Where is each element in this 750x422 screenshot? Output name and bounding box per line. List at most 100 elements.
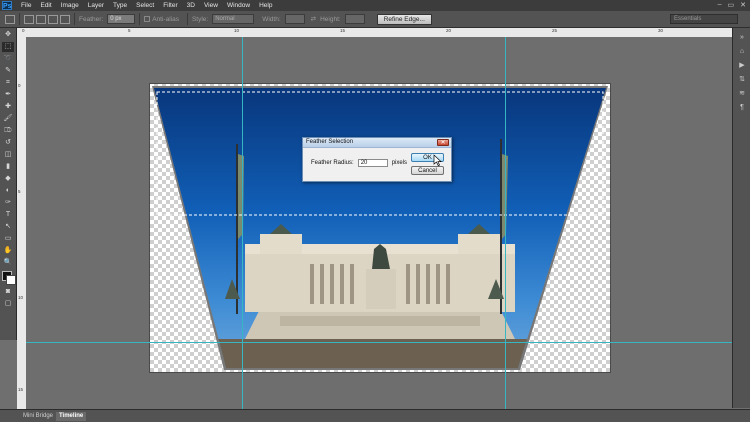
options-bar: Feather: 0 px Anti-alias Style: Normal W…	[0, 11, 750, 28]
bottom-panel-bar: Mini Bridge Timeline	[0, 409, 750, 422]
marquee-tool-preset-icon[interactable]	[5, 14, 15, 24]
tab-timeline[interactable]: Timeline	[56, 412, 87, 421]
workspace-select[interactable]: Essentials	[670, 14, 738, 24]
lasso-icon[interactable]: ➰	[2, 54, 14, 64]
brush-icon[interactable]: 🖌	[2, 114, 14, 124]
stamp-icon[interactable]: ⎄	[2, 126, 14, 136]
new-selection-icon[interactable]	[24, 14, 34, 24]
history-brush-icon[interactable]: ↺	[2, 138, 14, 148]
feather-selection-dialog: Feather Selection ✕ Feather Radius: 20 p…	[302, 137, 452, 182]
tools-panel: ✥ ⬚ ➰ ✎ ⌗ ✒ ✚ 🖌 ⎄ ↺ ◫ ▮ ◆ ◐ ✑ T ↖ ▭ ✋ 🔍 …	[0, 28, 17, 340]
width-input[interactable]	[284, 14, 305, 24]
background-color-swatch[interactable]	[6, 275, 16, 285]
document-canvas[interactable]	[150, 84, 610, 372]
subtract-selection-icon[interactable]	[48, 14, 58, 24]
feather-radius-row: Feather Radius: 20 pixels	[311, 159, 407, 167]
menu-edit[interactable]: Edit	[40, 2, 51, 9]
screen-mode-icon[interactable]: ▢	[2, 299, 14, 309]
actions-panel-icon[interactable]: ▶	[737, 61, 748, 70]
quick-select-icon[interactable]: ✎	[2, 66, 14, 76]
menu-select[interactable]: Select	[136, 2, 154, 9]
minimize-icon[interactable]: –	[718, 1, 722, 9]
history-panel-icon[interactable]: ⌂	[737, 47, 748, 56]
collapsed-panels: » ⌂ ▶ ⇅ ≋ ¶	[732, 28, 750, 408]
style-label: Style:	[191, 15, 209, 23]
divider	[74, 13, 75, 25]
feather-input[interactable]: 0 px	[107, 14, 136, 24]
add-selection-icon[interactable]	[36, 14, 46, 24]
expand-panels-icon[interactable]: »	[737, 33, 748, 42]
menu-layer[interactable]: Layer	[88, 2, 104, 9]
ruler-tick: 15	[18, 387, 24, 392]
height-label: Height:	[320, 15, 341, 23]
horizontal-guide[interactable]	[26, 342, 732, 343]
feather-label: Feather:	[79, 15, 104, 23]
dialog-title: Feather Selection	[306, 139, 354, 145]
ruler-tick: 30	[658, 28, 664, 33]
menu-filter[interactable]: Filter	[163, 2, 177, 9]
mouse-cursor-icon	[433, 154, 442, 166]
tab-mini-bridge[interactable]: Mini Bridge	[20, 412, 56, 421]
ruler-tick: 10	[18, 295, 24, 300]
ruler-tick: 5	[128, 28, 131, 33]
gradient-icon[interactable]: ▮	[2, 162, 14, 172]
antialias-label: Anti-alias	[152, 15, 179, 23]
menu-bar: Ps File Edit Image Layer Type Select Fil…	[0, 0, 750, 11]
divider	[139, 13, 141, 25]
left-propylaeum	[260, 234, 302, 254]
eraser-icon[interactable]: ◫	[2, 150, 14, 160]
right-flagpole	[500, 139, 502, 314]
feather-radius-input[interactable]: 20	[357, 159, 388, 167]
dodge-icon[interactable]: ◐	[2, 186, 14, 196]
refine-edge-button[interactable]: Refine Edge...	[376, 13, 432, 25]
menu-file[interactable]: File	[21, 2, 31, 9]
eyedropper-icon[interactable]: ✒	[2, 90, 14, 100]
right-propylaeum	[458, 234, 500, 254]
vertical-guide-right[interactable]	[505, 37, 506, 409]
canvas-area[interactable]	[26, 37, 732, 409]
photoshop-logo: Ps	[2, 1, 12, 10]
style-select[interactable]: Normal	[212, 14, 255, 24]
shape-icon[interactable]: ▭	[2, 234, 14, 244]
ruler-tick: 5	[18, 189, 21, 194]
layers-panel-icon[interactable]: ≋	[737, 89, 748, 98]
intersect-selection-icon[interactable]	[60, 14, 70, 24]
type-icon[interactable]: T	[2, 210, 14, 220]
ruler-tick: 0	[22, 28, 25, 33]
ruler-tick: 25	[552, 28, 558, 33]
menu-window[interactable]: Window	[227, 2, 250, 9]
pen-icon[interactable]: ✑	[2, 198, 14, 208]
close-icon[interactable]: ✕	[740, 1, 746, 9]
move-icon[interactable]: ✥	[2, 30, 14, 40]
height-input[interactable]	[344, 14, 365, 24]
blur-icon[interactable]: ◆	[2, 174, 14, 184]
crop-icon[interactable]: ⌗	[2, 78, 14, 88]
paragraph-panel-icon[interactable]: ¶	[737, 103, 748, 112]
color-swatches[interactable]	[0, 271, 16, 285]
adjust-panel-icon[interactable]: ⇅	[737, 75, 748, 84]
maximize-icon[interactable]: ▭	[728, 1, 735, 9]
menu-3d[interactable]: 3D	[187, 2, 195, 9]
antialias-checkbox[interactable]	[144, 16, 151, 22]
feather-radius-unit: pixels	[391, 160, 408, 166]
width-label: Width:	[262, 15, 281, 23]
healing-icon[interactable]: ✚	[2, 102, 14, 112]
left-flagpole	[236, 144, 238, 314]
quick-mask-icon[interactable]: ◙	[2, 287, 14, 297]
hand-icon[interactable]: ✋	[2, 246, 14, 256]
statue-pedestal	[366, 269, 396, 309]
dialog-close-button[interactable]: ✕	[437, 139, 449, 146]
menu-help[interactable]: Help	[259, 2, 272, 9]
menu-image[interactable]: Image	[61, 2, 79, 9]
menu-view[interactable]: View	[204, 2, 218, 9]
vertical-guide-left[interactable]	[242, 37, 243, 409]
marquee-icon[interactable]: ⬚	[2, 42, 14, 52]
ruler-tick: 15	[340, 28, 346, 33]
swap-icon[interactable]: ⇄	[311, 15, 316, 23]
feather-radius-label: Feather Radius:	[311, 160, 354, 166]
menu-type[interactable]: Type	[113, 2, 127, 9]
zoom-icon[interactable]: 🔍	[2, 258, 14, 268]
path-select-icon[interactable]: ↖	[2, 222, 14, 232]
cancel-button[interactable]: Cancel	[411, 166, 444, 175]
dialog-titlebar[interactable]: Feather Selection ✕	[303, 138, 451, 148]
